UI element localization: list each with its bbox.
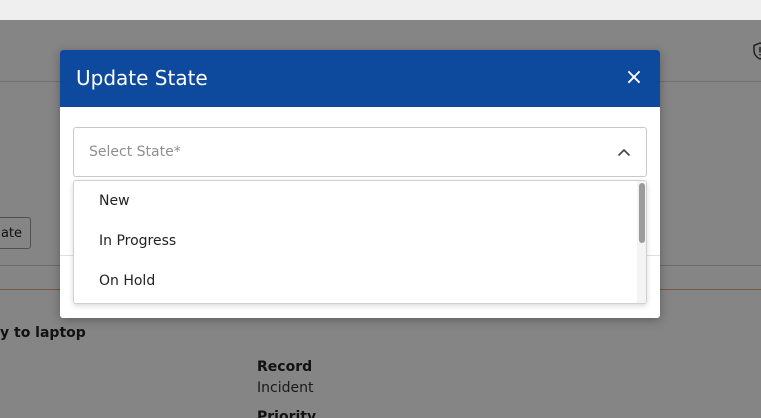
option-new[interactable]: New <box>74 181 636 221</box>
state-select[interactable]: Select State* <box>73 127 647 177</box>
option-on-hold[interactable]: On Hold <box>74 261 636 301</box>
close-icon[interactable]: × <box>622 67 646 91</box>
option-in-progress[interactable]: In Progress <box>74 221 636 261</box>
dialog-header: Update State × <box>60 50 660 107</box>
dialog-title: Update State <box>76 66 208 90</box>
state-dropdown-list[interactable]: New In Progress On Hold <box>73 180 647 304</box>
state-select-placeholder: Select State* <box>89 144 181 160</box>
browser-top-strip <box>0 0 761 20</box>
chevron-up-icon[interactable] <box>615 143 633 161</box>
scrollbar-thumb[interactable] <box>639 183 645 243</box>
